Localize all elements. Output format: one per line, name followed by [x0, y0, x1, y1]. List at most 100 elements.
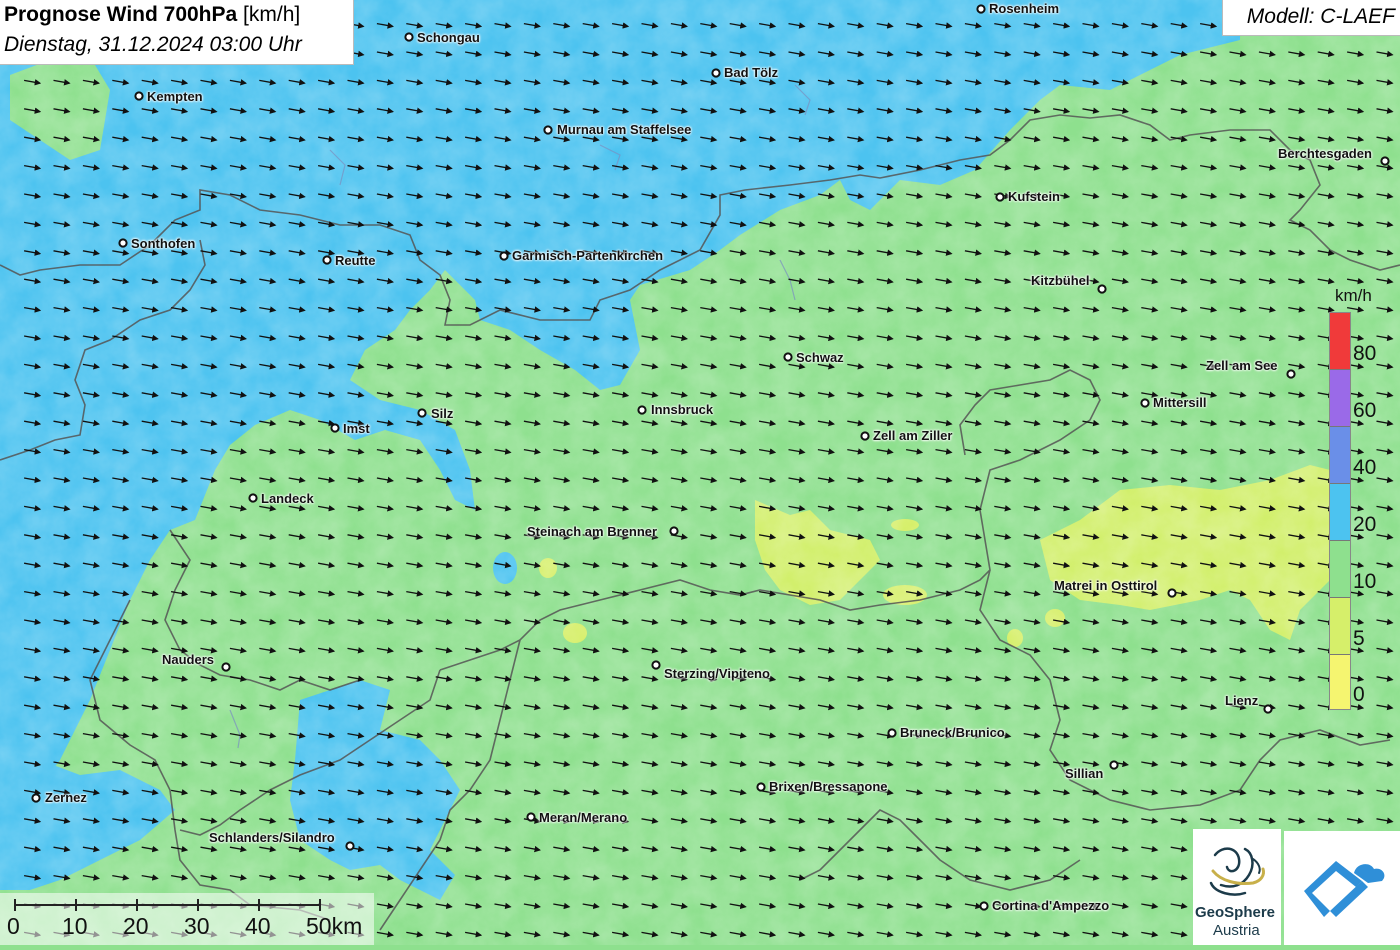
scale-tick — [14, 899, 16, 911]
city-label[interactable]: Silz — [431, 406, 453, 421]
city-label[interactable]: Schwaz — [796, 350, 844, 365]
city-marker[interactable] — [1109, 760, 1119, 770]
scale-line — [14, 904, 320, 906]
city-marker[interactable] — [860, 431, 870, 441]
legend-segment-0-5 — [1330, 655, 1350, 709]
city-marker[interactable] — [134, 91, 144, 101]
city-label[interactable]: Schongau — [417, 30, 480, 45]
city-marker[interactable] — [1263, 704, 1273, 714]
city-label[interactable]: Zell am See — [1206, 358, 1278, 373]
geosphere-logo[interactable]: GeoSphere Austria — [1193, 829, 1281, 945]
scale-label: 10 — [62, 913, 88, 939]
scale-tick — [319, 899, 321, 911]
city-marker[interactable] — [976, 4, 986, 14]
city-label[interactable]: Bruneck/Brunico — [900, 725, 1005, 740]
city-marker[interactable] — [526, 812, 536, 822]
map-title-box: Prognose Wind 700hPa [km/h] Dienstag, 31… — [0, 0, 354, 65]
geosphere-logo-text: GeoSphere — [1195, 904, 1276, 921]
city-label[interactable]: Rosenheim — [989, 1, 1059, 16]
legend-label-10: 10 — [1353, 570, 1377, 593]
city-label[interactable]: Innsbruck — [651, 402, 713, 417]
city-marker[interactable] — [637, 405, 647, 415]
city-label[interactable]: Berchtesgaden — [1278, 146, 1372, 161]
weather-app-logo[interactable] — [1284, 831, 1400, 945]
legend-label-5: 5 — [1353, 627, 1365, 650]
city-marker[interactable] — [1097, 284, 1107, 294]
legend-label-20: 20 — [1353, 513, 1377, 536]
city-marker[interactable] — [499, 251, 509, 261]
city-label[interactable]: Zernez — [45, 790, 87, 805]
city-marker[interactable] — [31, 793, 41, 803]
city-label[interactable]: Bad Tölz — [724, 65, 778, 80]
scale-label: 40 — [245, 913, 271, 939]
city-marker[interactable] — [248, 493, 258, 503]
legend-label-80: 80 — [1353, 342, 1377, 365]
city-marker[interactable] — [1140, 398, 1150, 408]
city-marker[interactable] — [651, 660, 661, 670]
city-marker[interactable] — [404, 32, 414, 42]
city-marker[interactable] — [669, 526, 679, 536]
city-label[interactable]: Sillian — [1065, 766, 1103, 781]
scale-tick — [197, 899, 199, 911]
forecast-datetime: Dienstag, 31.12.2024 03:00 Uhr — [4, 33, 302, 56]
legend-segment-20-40 — [1330, 484, 1350, 541]
city-label[interactable]: Zell am Ziller — [873, 428, 952, 443]
legend-label-0: 0 — [1353, 683, 1365, 706]
city-marker[interactable] — [1167, 588, 1177, 598]
city-label[interactable]: Steinach am Brenner — [527, 524, 657, 539]
city-label[interactable]: Kempten — [147, 89, 203, 104]
scale-label: 30 — [184, 913, 210, 939]
city-label[interactable]: Imst — [343, 421, 370, 436]
legend-label-40: 40 — [1353, 456, 1377, 479]
wind-map[interactable] — [0, 0, 1400, 945]
model-box: Modell: C-LAEF — [1222, 0, 1400, 36]
city-marker[interactable] — [1286, 369, 1296, 379]
city-label[interactable]: Mittersill — [1153, 395, 1206, 410]
city-label[interactable]: Landeck — [261, 491, 314, 506]
city-marker[interactable] — [330, 423, 340, 433]
city-label[interactable]: Kufstein — [1008, 189, 1060, 204]
city-label[interactable]: Matrei in Osttirol — [1054, 578, 1157, 593]
city-label[interactable]: Murnau am Staffelsee — [557, 122, 691, 137]
city-marker[interactable] — [711, 68, 721, 78]
city-marker[interactable] — [1380, 156, 1390, 166]
city-marker[interactable] — [543, 125, 553, 135]
city-marker[interactable] — [417, 408, 427, 418]
cloud-arrow-icon — [1304, 861, 1385, 917]
map-title: Prognose Wind 700hPa [km/h] — [4, 3, 300, 27]
legend-segment-10-20 — [1330, 541, 1350, 598]
legend-segment-40-60 — [1330, 427, 1350, 484]
scale-tick — [258, 899, 260, 911]
city-marker[interactable] — [756, 782, 766, 792]
city-label[interactable]: Nauders — [162, 652, 214, 667]
city-label[interactable]: Sterzing/Vipiteno — [664, 666, 770, 681]
city-label[interactable]: Meran/Merano — [539, 810, 627, 825]
city-marker[interactable] — [345, 841, 355, 851]
geosphere-logo-subtext: Austria — [1213, 922, 1260, 939]
city-label[interactable]: Cortina d'Ampezzo — [992, 898, 1109, 913]
scale-tick — [136, 899, 138, 911]
city-label[interactable]: Kitzbühel — [1031, 273, 1090, 288]
legend-bar — [1329, 312, 1351, 710]
city-label[interactable]: Sonthofen — [131, 236, 195, 251]
city-label[interactable]: Garmisch-Partenkirchen — [512, 248, 663, 263]
city-marker[interactable] — [221, 662, 231, 672]
geosphere-swirl-icon — [1209, 847, 1265, 896]
scale-label: 50km — [306, 913, 363, 939]
city-marker[interactable] — [995, 192, 1005, 202]
city-label[interactable]: Schlanders/Silandro — [209, 830, 335, 845]
color-legend: km/h 80 60 40 20 10 5 0 — [1325, 284, 1387, 714]
legend-label-60: 60 — [1353, 399, 1377, 422]
city-marker[interactable] — [979, 901, 989, 911]
scale-label: 20 — [123, 913, 149, 939]
city-marker[interactable] — [322, 255, 332, 265]
scale-label: 0 — [7, 913, 20, 939]
city-marker[interactable] — [783, 352, 793, 362]
legend-unit: km/h — [1335, 286, 1372, 305]
city-label[interactable]: Lienz — [1225, 693, 1258, 708]
city-marker[interactable] — [118, 238, 128, 248]
city-marker[interactable] — [887, 728, 897, 738]
legend-segment-60-80 — [1330, 370, 1350, 427]
city-label[interactable]: Brixen/Bressanone — [769, 779, 888, 794]
city-label[interactable]: Reutte — [335, 253, 375, 268]
